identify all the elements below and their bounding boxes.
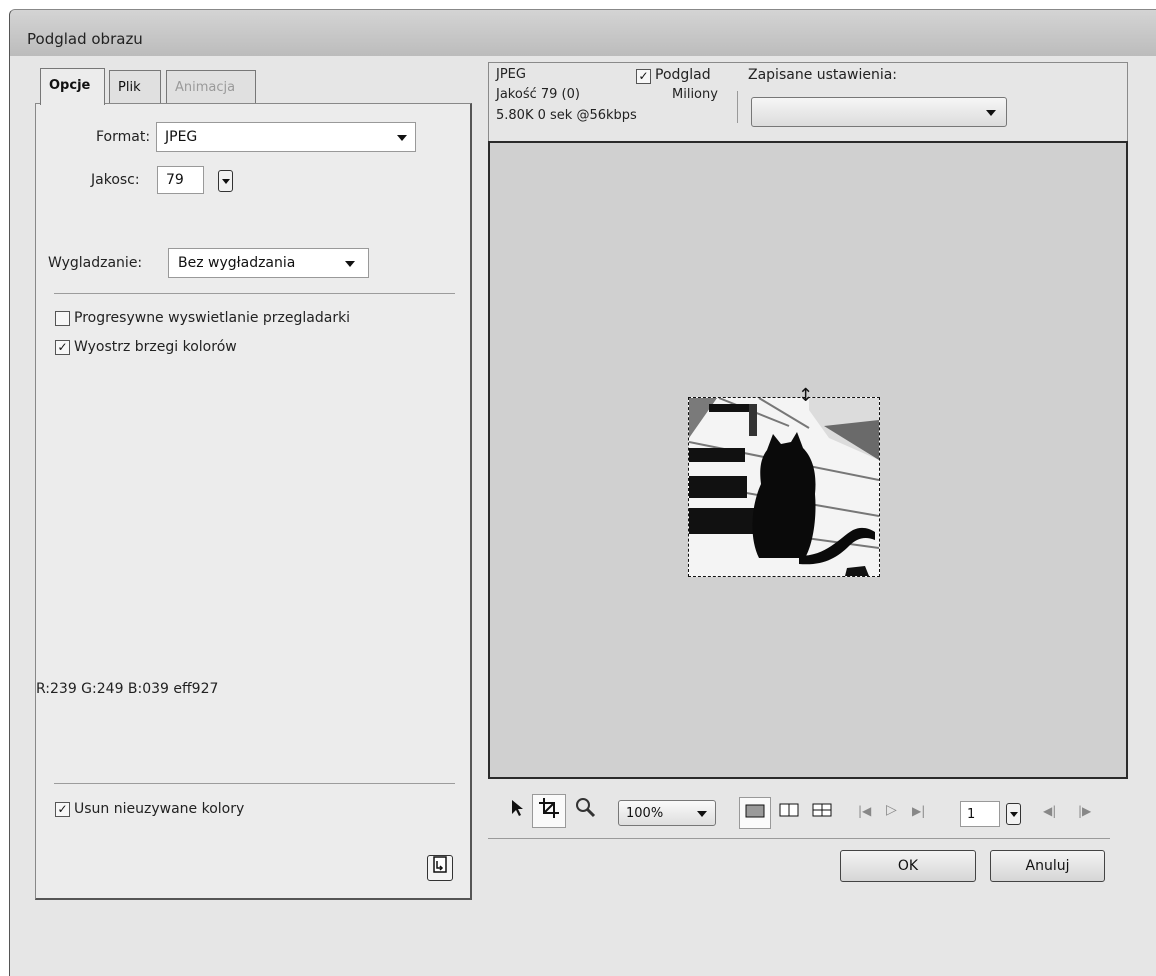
export-icon[interactable] xyxy=(427,855,453,881)
crop-icon-glyph xyxy=(539,798,559,818)
title-bar: Podglad obrazu xyxy=(10,10,1156,56)
quality-slider-button[interactable] xyxy=(218,170,233,192)
pointer-icon-glyph xyxy=(512,800,523,816)
divider xyxy=(54,293,455,294)
pointer-icon[interactable] xyxy=(500,794,534,828)
sharpen-checkbox[interactable]: ✓ xyxy=(55,340,70,355)
next-frame-icon[interactable]: |▶ xyxy=(1078,804,1091,818)
tab-file[interactable]: Plik xyxy=(109,70,161,104)
cancel-button[interactable]: Anuluj xyxy=(990,850,1105,882)
preview-image[interactable] xyxy=(688,397,880,577)
progressive-checkbox[interactable] xyxy=(55,311,70,326)
check-icon: ✓ xyxy=(57,802,68,816)
zoom-select[interactable]: 100% xyxy=(618,800,716,826)
preview-size: 5.80K 0 sek @56kbps xyxy=(496,108,637,123)
prev-frame-icon[interactable]: ◀| xyxy=(1043,804,1056,818)
zoom-icon[interactable] xyxy=(568,794,602,828)
chevron-down-icon xyxy=(397,135,407,141)
quality-label: Jakosc: xyxy=(91,172,140,188)
play-icon[interactable]: ▷ xyxy=(886,802,897,818)
preview-format: JPEG xyxy=(496,67,526,82)
format-label: Format: xyxy=(96,129,151,145)
saved-settings-label: Zapisane ustawienia: xyxy=(748,67,898,83)
ok-button[interactable]: OK xyxy=(840,850,976,882)
resize-cursor-icon: ↕ xyxy=(798,385,814,406)
last-frame-icon[interactable]: ▶| xyxy=(912,804,925,818)
remove-unused-colors-label: Usun nieuzywane kolory xyxy=(74,801,245,817)
frame-number-input[interactable]: 1 xyxy=(960,801,1000,827)
sharpen-label: Wyostrz brzegi kolorów xyxy=(74,339,237,355)
tab-options[interactable]: Opcje xyxy=(40,68,105,105)
saved-settings-select[interactable] xyxy=(751,97,1007,127)
tab-options-label: Opcje xyxy=(49,78,91,93)
separator xyxy=(737,91,738,123)
zoom-icon-glyph xyxy=(576,798,596,818)
progressive-label: Progresywne wyswietlanie przegladarki xyxy=(74,310,351,326)
zoom-value: 100% xyxy=(626,806,664,821)
window-title: Podglad obrazu xyxy=(27,30,143,48)
preview-quality: Jakość 79 (0) xyxy=(496,87,580,102)
check-icon: ✓ xyxy=(57,340,68,354)
four-up-view-icon[interactable] xyxy=(806,797,838,829)
smoothing-label: Wygladzanie: xyxy=(48,255,143,271)
color-readout: R:239 G:249 B:039 eff927 xyxy=(36,681,219,697)
tab-animation-label: Animacja xyxy=(175,80,236,95)
preview-toolbar: 100% |◀ ▷ ▶| 1 ◀| |▶ xyxy=(488,794,1128,834)
remove-unused-colors-checkbox[interactable]: ✓ xyxy=(55,802,70,817)
single-view-glyph xyxy=(745,804,765,818)
image-preview-canvas[interactable]: ↕ xyxy=(488,141,1128,779)
quality-value: 79 xyxy=(166,172,184,188)
crop-icon[interactable] xyxy=(532,794,566,828)
first-frame-icon[interactable]: |◀ xyxy=(858,804,871,818)
tab-file-label: Plik xyxy=(118,80,141,95)
cancel-button-label: Anuluj xyxy=(1025,858,1070,874)
options-panel: Format: JPEG Jakosc: 79 Wygladzanie: Bez… xyxy=(35,103,472,900)
chevron-down-icon xyxy=(345,261,355,267)
format-value: JPEG xyxy=(165,129,198,145)
preview-label: Podglad xyxy=(655,67,711,83)
export-icon-glyph xyxy=(433,856,447,873)
ok-button-label: OK xyxy=(897,858,919,874)
divider xyxy=(488,838,1110,839)
preview-checkbox[interactable]: ✓ xyxy=(636,69,651,84)
format-select[interactable]: JPEG xyxy=(156,122,416,152)
two-up-view-glyph xyxy=(779,803,799,817)
single-view-icon[interactable] xyxy=(739,797,771,829)
quality-input[interactable]: 79 xyxy=(157,166,204,194)
smoothing-select[interactable]: Bez wygładzania xyxy=(168,248,369,278)
tab-animation[interactable]: Animacja xyxy=(166,70,256,104)
preview-info-bar: JPEG Jakość 79 (0) 5.80K 0 sek @56kbps ✓… xyxy=(488,62,1128,144)
two-up-view-icon[interactable] xyxy=(773,797,805,829)
cat-on-stairs-image xyxy=(689,398,879,576)
frame-number-value: 1 xyxy=(967,807,976,822)
image-preview-dialog: Podglad obrazu Opcje Plik Animacja Forma… xyxy=(9,9,1156,976)
preview-colors: Miliony xyxy=(672,87,718,102)
divider xyxy=(54,783,455,784)
smoothing-value: Bez wygładzania xyxy=(178,255,296,271)
four-up-view-glyph xyxy=(812,803,832,817)
check-icon: ✓ xyxy=(638,69,649,83)
frame-dropdown-button[interactable] xyxy=(1006,803,1021,825)
